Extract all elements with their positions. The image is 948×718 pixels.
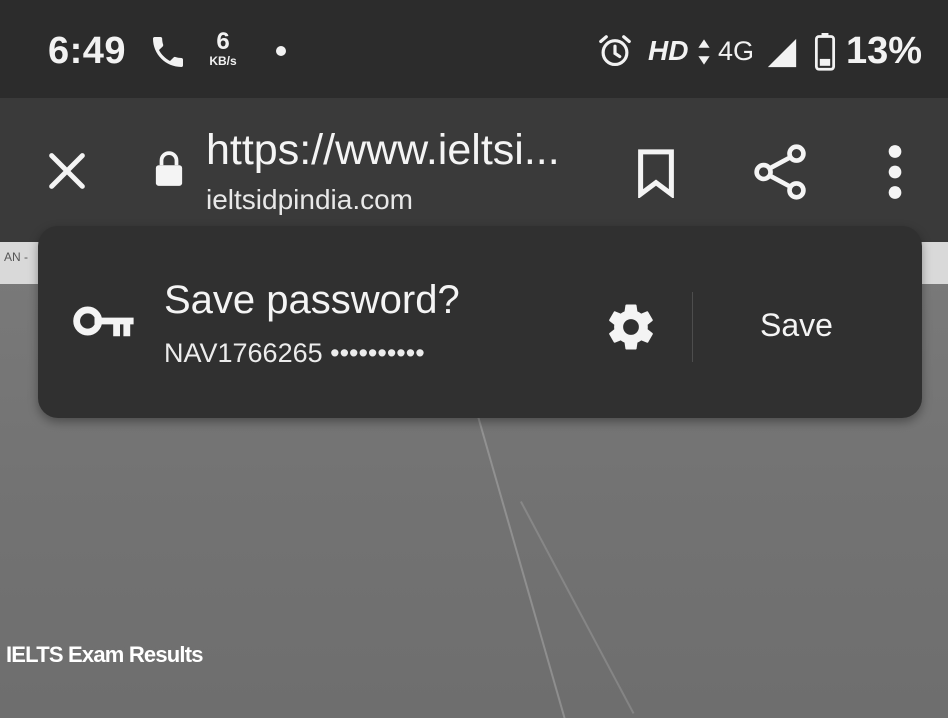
screen-crack	[520, 501, 635, 714]
status-time: 6:49	[48, 30, 127, 72]
gear-icon[interactable]	[604, 300, 658, 354]
saved-username: NAV1766265 ••••••••••	[164, 338, 425, 368]
hd-voice-label: HD	[648, 35, 689, 66]
lock-icon	[155, 151, 183, 186]
battery-percent: 13%	[846, 30, 923, 72]
page-domain: ieltsidpindia.com	[206, 184, 413, 215]
save-button[interactable]: Save	[750, 300, 843, 350]
key-icon	[73, 306, 134, 337]
close-icon[interactable]	[44, 148, 90, 194]
custom-tab-toolbar: https://www.ieltsi... ieltsidpindia.com	[0, 98, 948, 242]
network-speed: 6 KB/s	[198, 28, 248, 68]
battery-icon	[814, 33, 836, 71]
alarm-clock-icon	[599, 35, 631, 67]
page-strip-text: AN -	[4, 250, 28, 264]
signal-icon	[767, 38, 797, 68]
prompt-divider	[692, 292, 693, 362]
more-vert-icon[interactable]	[880, 144, 910, 200]
network-type-label: 4G	[718, 36, 755, 66]
notification-dot	[276, 46, 286, 56]
phone-screen: 6:49 6 KB/s HD 4G 13% https://www.ieltsi…	[0, 0, 948, 718]
page-footer-text: IELTS Exam Results	[6, 642, 204, 667]
network-speed-value: 6	[216, 28, 230, 55]
data-arrows-icon	[698, 39, 710, 65]
prompt-title: Save password?	[164, 278, 460, 322]
screen-crack	[470, 391, 566, 718]
phone-call-icon	[153, 37, 183, 67]
bookmark-icon[interactable]	[636, 148, 676, 198]
share-icon[interactable]	[752, 142, 810, 202]
page-url[interactable]: https://www.ieltsi...	[206, 126, 560, 175]
network-speed-unit: KB/s	[209, 54, 237, 68]
save-password-prompt: Save password? NAV1766265 •••••••••• Sav…	[38, 226, 922, 418]
status-bar: 6:49 6 KB/s HD 4G 13%	[0, 0, 948, 98]
